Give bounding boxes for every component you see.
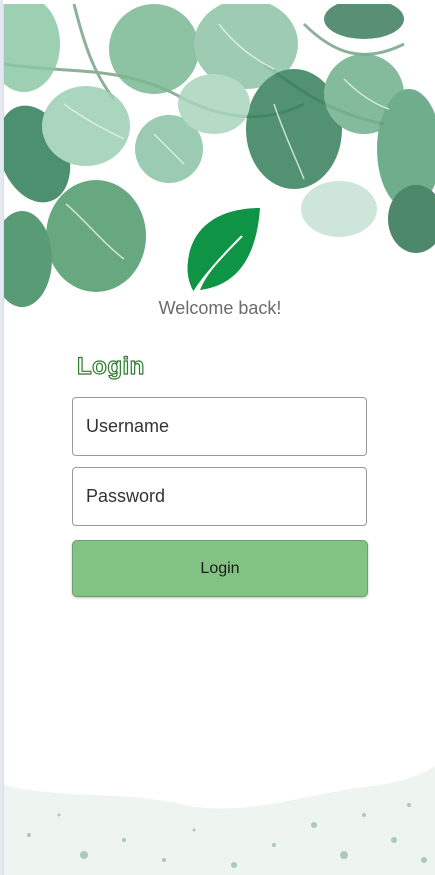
password-field[interactable] [72,467,367,526]
login-heading: Login [76,352,145,380]
username-field[interactable] [72,397,367,456]
login-screen: Welcome back! Login Login [3,4,435,875]
password-input[interactable] [73,468,366,525]
welcome-text: Welcome back! [158,298,282,318]
username-input[interactable] [73,398,366,455]
watercolor-splatter-decoration [4,765,435,875]
login-button[interactable]: Login [72,540,368,597]
leaf-icon [187,208,260,293]
